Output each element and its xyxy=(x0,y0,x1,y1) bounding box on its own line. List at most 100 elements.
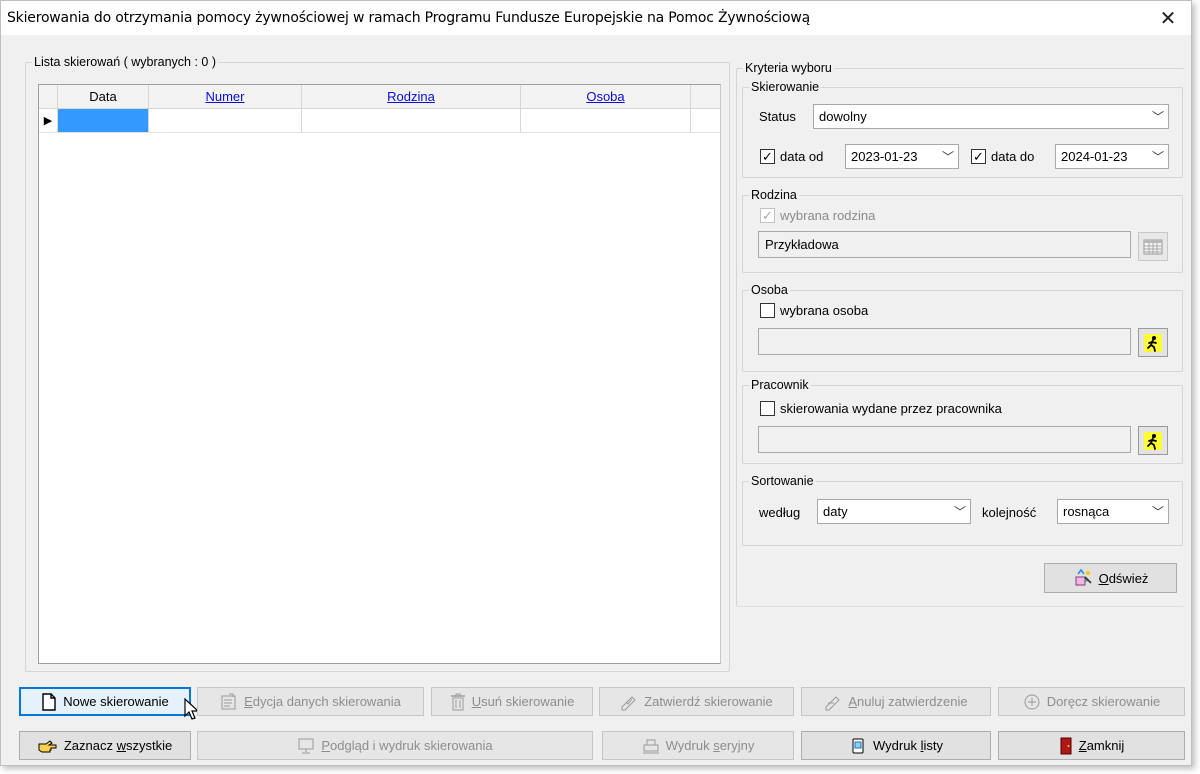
rodzina-group-label: Rodzina xyxy=(751,188,797,202)
family-field: Przykładowa xyxy=(758,231,1131,258)
new-referral-label: Nowe skierowanie xyxy=(63,694,169,709)
monitor-icon xyxy=(298,738,314,753)
deliver-icon xyxy=(1024,694,1040,709)
table-cell-rodzina[interactable] xyxy=(302,109,521,132)
refresh-label: Odśwież xyxy=(1098,570,1149,586)
date-from-label: data od xyxy=(780,149,824,164)
sort-order-select[interactable]: rosnąca ﹀ xyxy=(1057,499,1169,524)
sort-order-label: kolejność xyxy=(982,505,1037,520)
printer-icon xyxy=(642,739,659,753)
list-print-button[interactable]: Wydruk listy xyxy=(801,731,991,760)
column-header-rodzina[interactable]: Rodzina xyxy=(302,85,521,108)
table-cell-data[interactable] xyxy=(58,109,149,132)
approve-referral-label: Zatwierdź skierowanie xyxy=(644,694,773,709)
sort-by-value: daty xyxy=(823,504,848,519)
employee-checkbox-label: skierowania wydane przez pracownika xyxy=(780,401,1002,416)
edit-referral-button[interactable]: Edycja danych skierowania xyxy=(197,687,424,716)
refresh-button[interactable]: Odśwież xyxy=(1044,563,1177,593)
delete-referral-button[interactable]: Usuń skierowanie xyxy=(431,687,593,716)
skierowanie-group-label: Skierowanie xyxy=(751,80,820,94)
date-from-picker[interactable]: 2023-01-23 ﹀ xyxy=(845,144,959,169)
running-person-icon xyxy=(1144,333,1162,352)
family-value: Przykładowa xyxy=(765,237,839,252)
cancel-approval-button[interactable]: Anuluj zatwierdzenie xyxy=(801,687,991,716)
running-person-icon xyxy=(1144,431,1162,450)
select-all-button[interactable]: Zaznacz wszystkie xyxy=(19,731,191,760)
current-row-indicator-icon: ▶ xyxy=(39,109,58,132)
list-print-label: Wydruk listy xyxy=(873,738,943,753)
chevron-down-icon: ﹀ xyxy=(1151,150,1164,164)
date-from-checkbox[interactable]: ✓ xyxy=(760,149,775,164)
close-window-icon[interactable]: ✕ xyxy=(1145,1,1191,35)
deliver-referral-label: Doręcz skierowanie xyxy=(1046,694,1161,709)
table-cell-numer[interactable] xyxy=(149,109,302,132)
edit-referral-label: Edycja danych skierowania xyxy=(244,694,401,709)
row-indicator-header xyxy=(39,85,58,108)
table-row[interactable]: ▶ xyxy=(39,109,720,133)
refresh-magic-icon xyxy=(1075,568,1092,586)
column-header-osoba[interactable]: Osoba xyxy=(521,85,691,108)
chevron-down-icon: ﹀ xyxy=(1151,505,1164,519)
table-header: Data Numer Rodzina Osoba xyxy=(39,85,720,109)
door-exit-icon xyxy=(1060,737,1072,754)
person-field[interactable] xyxy=(758,328,1131,355)
family-checkbox[interactable]: ✓ xyxy=(760,208,775,223)
chevron-down-icon: ﹀ xyxy=(953,505,966,519)
pracownik-group-label: Pracownik xyxy=(751,378,809,392)
referrals-table[interactable]: Data Numer Rodzina Osoba ▶ xyxy=(38,84,721,664)
date-to-label: data do xyxy=(991,149,1035,164)
family-picker-button[interactable] xyxy=(1138,232,1168,261)
criteria-group-label: Kryteria wyboru xyxy=(745,61,832,75)
column-header-data[interactable]: Data xyxy=(58,85,149,108)
employee-picker-button[interactable] xyxy=(1138,426,1168,455)
date-to-value: 2024-01-23 xyxy=(1061,149,1128,164)
approve-pencil-icon xyxy=(621,695,636,710)
chevron-down-icon: ﹀ xyxy=(941,150,954,164)
sort-order-value: rosnąca xyxy=(1063,504,1110,519)
column-header-numer[interactable]: Numer xyxy=(149,85,302,108)
employee-field[interactable] xyxy=(758,426,1131,453)
serial-print-button[interactable]: Wydruk seryjny xyxy=(602,731,794,760)
new-referral-button[interactable]: Nowe skierowanie xyxy=(19,687,191,716)
title-bar: Skierowania do otrzymania pomocy żywnośc… xyxy=(1,1,1191,35)
employee-checkbox-row[interactable]: skierowania wydane przez pracownika xyxy=(760,401,1002,416)
person-checkbox[interactable] xyxy=(760,303,775,318)
status-value: dowolny xyxy=(819,109,867,124)
delete-referral-label: Usuń skierowanie xyxy=(471,694,575,709)
status-label: Status xyxy=(759,109,796,124)
sort-by-label: według xyxy=(759,505,801,520)
date-to-picker[interactable]: 2024-01-23 ﹀ xyxy=(1055,144,1169,169)
serial-print-label: Wydruk seryjny xyxy=(665,738,755,753)
osoba-group-label: Osoba xyxy=(751,283,788,297)
status-select[interactable]: dowolny ﹀ xyxy=(813,104,1169,129)
date-from-checkbox-row[interactable]: ✓ data od xyxy=(760,149,823,164)
date-from-value: 2023-01-23 xyxy=(851,149,918,164)
cancel-approval-icon xyxy=(825,695,841,710)
family-checkbox-row[interactable]: ✓ wybrana rodzina xyxy=(760,208,875,223)
edit-form-icon xyxy=(221,693,236,709)
person-checkbox-row[interactable]: wybrana osoba xyxy=(760,303,868,318)
family-checkbox-label: wybrana rodzina xyxy=(780,208,876,223)
approve-referral-button[interactable]: Zatwierdź skierowanie xyxy=(599,687,794,716)
print-list-icon xyxy=(852,738,864,753)
date-to-checkbox[interactable]: ✓ xyxy=(971,149,986,164)
close-button[interactable]: Zamknij xyxy=(998,731,1185,760)
sort-by-select[interactable]: daty ﹀ xyxy=(817,499,971,524)
close-label: Zamknij xyxy=(1078,738,1125,753)
date-to-checkbox-row[interactable]: ✓ data do xyxy=(971,149,1034,164)
person-picker-button[interactable] xyxy=(1138,328,1168,357)
table-cell-osoba[interactable] xyxy=(521,109,691,132)
grid-table-icon xyxy=(1143,239,1163,254)
hand-pointer-icon xyxy=(38,739,57,752)
trash-icon xyxy=(450,693,465,710)
preview-print-button[interactable]: Podgląd i wydruk skierowania xyxy=(197,731,593,760)
preview-print-label: Podgląd i wydruk skierowania xyxy=(321,738,493,753)
window-title: Skierowania do otrzymania pomocy żywnośc… xyxy=(7,10,810,26)
sortowanie-group-label: Sortowanie xyxy=(751,474,814,488)
deliver-referral-button[interactable]: Doręcz skierowanie xyxy=(998,687,1185,716)
employee-checkbox[interactable] xyxy=(760,401,775,416)
cancel-approval-label: Anuluj zatwierdzenie xyxy=(848,694,968,709)
person-checkbox-label: wybrana osoba xyxy=(780,303,869,318)
chevron-down-icon: ﹀ xyxy=(1151,110,1164,124)
dialog-window: Skierowania do otrzymania pomocy żywnośc… xyxy=(0,0,1192,766)
